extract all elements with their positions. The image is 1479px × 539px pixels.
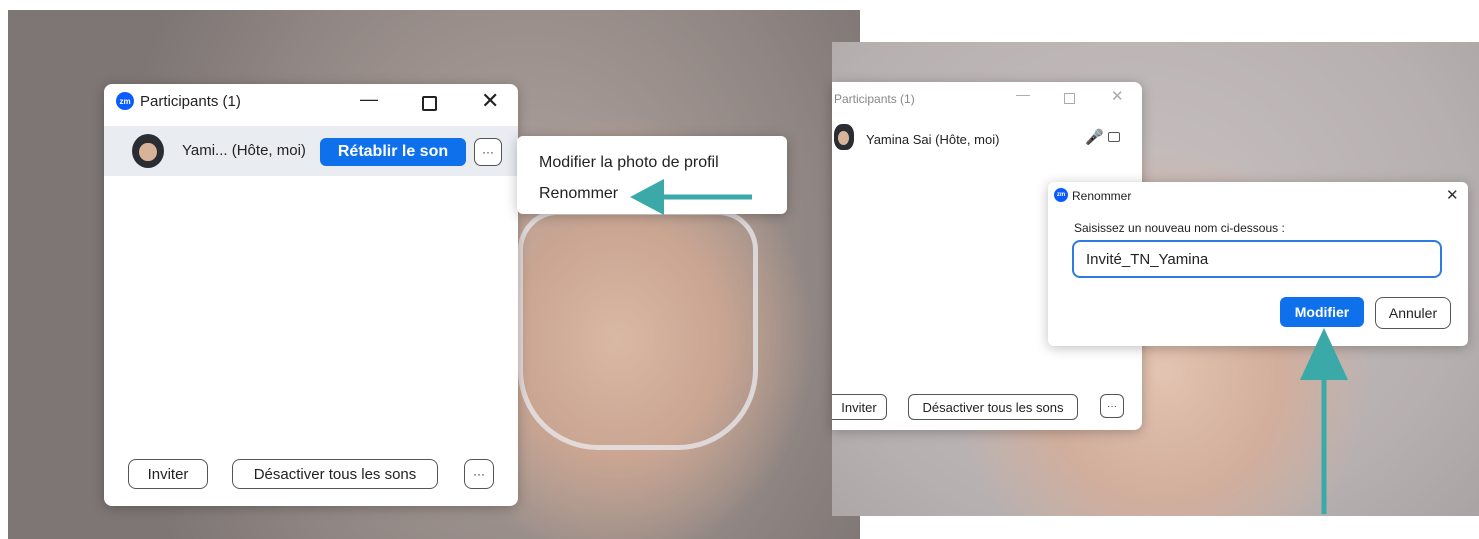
- window-title-right: Participants (1): [834, 92, 915, 106]
- dialog-title: Renommer: [1072, 189, 1132, 203]
- mute-all-button[interactable]: Désactiver tous les sons: [232, 459, 438, 489]
- minimize-icon-right[interactable]: —: [1016, 86, 1030, 102]
- zoom-logo-icon: zm: [1054, 188, 1068, 202]
- dialog-close-icon[interactable]: ✕: [1446, 186, 1459, 204]
- invite-button[interactable]: Inviter: [128, 459, 208, 489]
- cancel-button[interactable]: Annuler: [1375, 297, 1451, 329]
- glasses-decoration: [518, 210, 758, 450]
- menu-item-rename[interactable]: Renommer: [539, 185, 618, 203]
- participant-row[interactable]: Yami... (Hôte, moi) Rétablir le son ···: [104, 126, 518, 176]
- title-bar: zm Participants (1) — ✕: [104, 84, 518, 120]
- rename-dialog: zm Renommer ✕ Saisissez un nouveau nom c…: [1048, 182, 1468, 346]
- zoom-logo-icon: zm: [116, 92, 134, 110]
- dialog-prompt: Saisissez un nouveau nom ci-dessous :: [1074, 221, 1285, 235]
- footer-more-button[interactable]: ···: [464, 459, 494, 489]
- close-icon-right[interactable]: ✕: [1111, 87, 1124, 105]
- close-icon[interactable]: ✕: [481, 88, 499, 114]
- footer-more-button-right[interactable]: ···: [1100, 394, 1124, 418]
- participants-window: zm Participants (1) — ✕ Yami... (Hôte, m…: [104, 84, 518, 506]
- minimize-icon[interactable]: —: [360, 89, 378, 110]
- arrow-left-indicator: [630, 179, 752, 215]
- avatar-right: [834, 124, 854, 150]
- arrow-up-indicator: [1300, 328, 1348, 514]
- mute-all-button-right[interactable]: Désactiver tous les sons: [908, 394, 1078, 420]
- rename-input[interactable]: [1072, 240, 1442, 278]
- maximize-icon[interactable]: [422, 96, 437, 111]
- invite-button-right[interactable]: Inviter: [832, 394, 887, 420]
- camera-off-icon[interactable]: [1108, 132, 1120, 142]
- window-title: Participants (1): [140, 93, 241, 110]
- participant-name-right: Yamina Sai (Hôte, moi): [866, 132, 1000, 147]
- participant-name: Yami... (Hôte, moi): [182, 142, 306, 159]
- maximize-icon-right[interactable]: [1064, 93, 1075, 104]
- unmute-button[interactable]: Rétablir le son: [320, 138, 466, 166]
- muted-mic-icon[interactable]: 🎤: [1085, 128, 1104, 146]
- avatar: [132, 134, 164, 168]
- confirm-button[interactable]: Modifier: [1280, 297, 1364, 327]
- menu-item-change-photo[interactable]: Modifier la photo de profil: [539, 154, 719, 172]
- participant-more-button[interactable]: ···: [474, 138, 502, 166]
